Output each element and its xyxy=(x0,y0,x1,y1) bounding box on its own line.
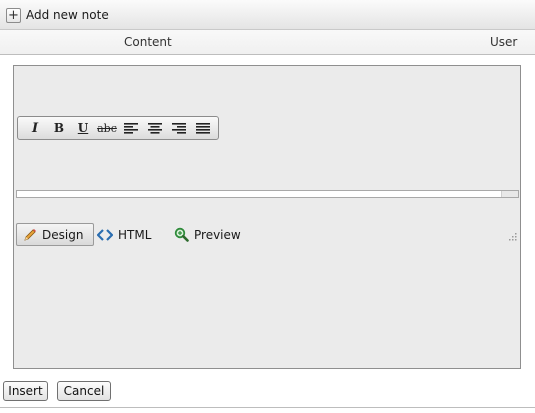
grid-header: Content User xyxy=(0,30,535,55)
resize-grip-icon[interactable] xyxy=(507,231,517,241)
pencil-icon xyxy=(24,228,36,241)
italic-button[interactable]: I xyxy=(23,118,47,138)
align-justify-button[interactable] xyxy=(191,118,215,138)
tab-preview-label: Preview xyxy=(194,227,241,242)
strikethrough-button[interactable]: abc xyxy=(95,118,119,138)
align-right-icon xyxy=(172,122,186,134)
tab-preview[interactable]: Preview xyxy=(174,223,241,246)
underline-icon: U xyxy=(77,121,89,135)
code-brackets-icon xyxy=(97,228,113,241)
align-right-button[interactable] xyxy=(167,118,191,138)
column-header-user[interactable]: User xyxy=(490,35,517,49)
italic-icon: I xyxy=(31,120,39,136)
underline-button[interactable]: U xyxy=(71,118,95,138)
align-left-icon xyxy=(124,122,138,134)
cancel-button[interactable]: Cancel xyxy=(57,381,111,401)
add-new-note-button[interactable]: + Add new note xyxy=(6,6,109,24)
insert-button[interactable]: Insert xyxy=(3,381,48,401)
align-justify-icon xyxy=(196,122,210,134)
column-header-content[interactable]: Content xyxy=(124,35,172,49)
divider xyxy=(0,407,535,408)
tab-html-label: HTML xyxy=(118,227,152,242)
formatting-toolbar: I B U abc xyxy=(17,116,219,140)
top-toolbar: + Add new note xyxy=(0,0,535,30)
content-edit-area[interactable] xyxy=(16,190,519,198)
align-center-button[interactable] xyxy=(143,118,167,138)
bold-icon: B xyxy=(53,121,65,135)
rich-text-editor: I B U abc Design HTML Preview xyxy=(13,65,521,369)
tab-design[interactable]: Design xyxy=(16,223,94,246)
strikethrough-icon: abc xyxy=(97,121,117,135)
magnifier-icon xyxy=(174,227,189,242)
bold-button[interactable]: B xyxy=(47,118,71,138)
add-new-note-label: Add new note xyxy=(26,8,109,22)
align-center-icon xyxy=(148,122,162,134)
plus-icon: + xyxy=(6,7,21,23)
tab-design-label: Design xyxy=(42,227,84,242)
tab-html[interactable]: HTML xyxy=(97,223,151,246)
align-left-button[interactable] xyxy=(119,118,143,138)
edit-area-scrollbar[interactable] xyxy=(501,191,518,197)
